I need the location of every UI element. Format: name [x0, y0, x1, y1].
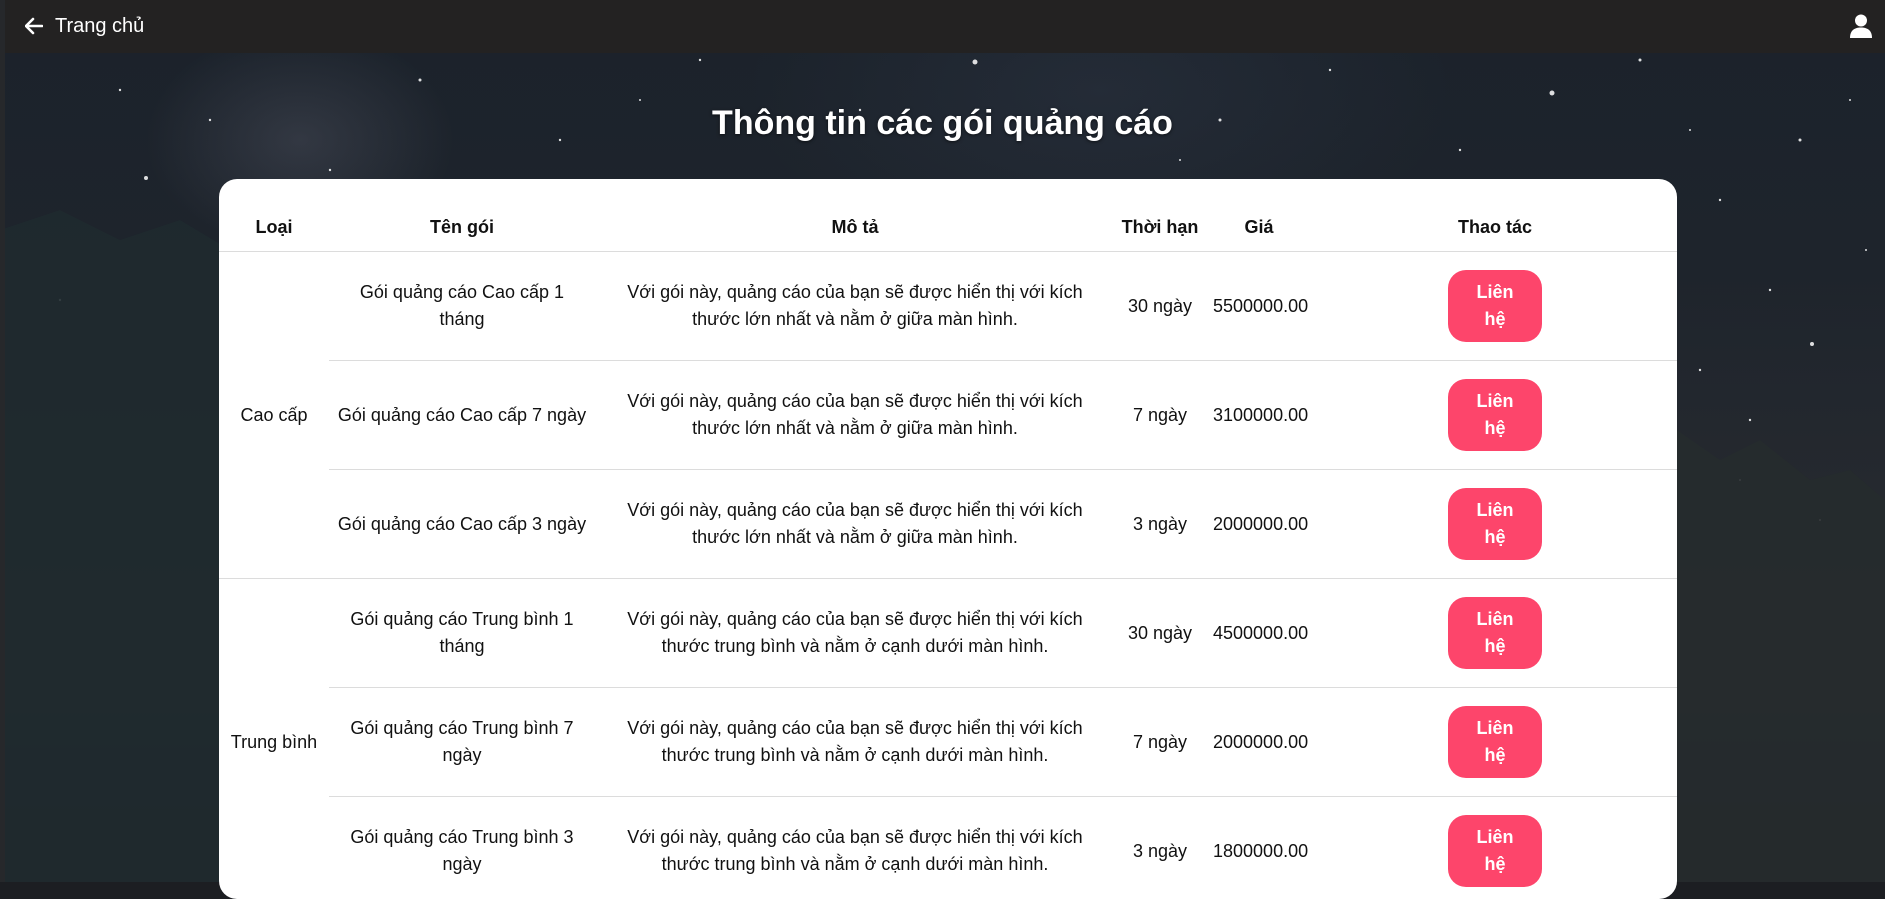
contact-button[interactable]: Liên hệ [1448, 379, 1542, 451]
header-type: Loại [219, 179, 329, 252]
category-cell: Trung bình [219, 579, 329, 899]
package-price: 2000000.00 [1205, 688, 1313, 797]
back-home-link[interactable]: Trang chủ [25, 13, 144, 39]
contact-button[interactable]: Liên hệ [1448, 815, 1542, 887]
package-price: 1800000.00 [1205, 797, 1313, 899]
table-row: Gói quảng cáo Trung bình 3 ngày Với gói … [219, 797, 1677, 899]
table-row: Cao cấp Gói quảng cáo Cao cấp 1 tháng Vớ… [219, 252, 1677, 361]
header-action: Thao tác [1313, 179, 1677, 252]
page-title: Thông tin các gói quảng cáo [0, 104, 1885, 143]
back-home-label: Trang chủ [55, 15, 144, 38]
package-name: Gói quảng cáo Cao cấp 1 tháng [329, 252, 595, 361]
header-duration: Thời hạn [1115, 179, 1205, 252]
contact-button[interactable]: Liên hệ [1448, 597, 1542, 669]
package-price: 4500000.00 [1205, 579, 1313, 688]
package-price: 3100000.00 [1205, 361, 1313, 470]
action-cell: Liên hệ [1313, 252, 1677, 361]
contact-button[interactable]: Liên hệ [1448, 706, 1542, 778]
table-row: Gói quảng cáo Trung bình 7 ngày Với gói … [219, 688, 1677, 797]
header-name: Tên gói [329, 179, 595, 252]
user-icon [1847, 12, 1875, 40]
package-price: 5500000.00 [1205, 252, 1313, 361]
header-price: Giá [1205, 179, 1313, 252]
action-cell: Liên hệ [1313, 361, 1677, 470]
table-row: Gói quảng cáo Cao cấp 3 ngày Với gói này… [219, 470, 1677, 579]
contact-button[interactable]: Liên hệ [1448, 270, 1542, 342]
category-cell: Cao cấp [219, 252, 329, 579]
package-description: Với gói này, quảng cáo của bạn sẽ được h… [595, 252, 1115, 361]
package-duration: 30 ngày [1115, 579, 1205, 688]
table-row: Gói quảng cáo Cao cấp 7 ngày Với gói này… [219, 361, 1677, 470]
action-cell: Liên hệ [1313, 579, 1677, 688]
package-name: Gói quảng cáo Trung bình 1 tháng [329, 579, 595, 688]
package-name: Gói quảng cáo Trung bình 7 ngày [329, 688, 595, 797]
top-navbar: Trang chủ [5, 0, 1885, 53]
contact-button[interactable]: Liên hệ [1448, 488, 1542, 560]
package-description: Với gói này, quảng cáo của bạn sẽ được h… [595, 797, 1115, 899]
action-cell: Liên hệ [1313, 688, 1677, 797]
package-duration: 7 ngày [1115, 688, 1205, 797]
package-name: Gói quảng cáo Cao cấp 7 ngày [329, 361, 595, 470]
header-description: Mô tả [595, 179, 1115, 252]
table-header-row: Loại Tên gói Mô tả Thời hạn Giá Thao tác [219, 179, 1677, 252]
action-cell: Liên hệ [1313, 470, 1677, 579]
arrow-left-icon [25, 17, 43, 35]
table-row: Trung bình Gói quảng cáo Trung bình 1 th… [219, 579, 1677, 688]
package-description: Với gói này, quảng cáo của bạn sẽ được h… [595, 579, 1115, 688]
package-description: Với gói này, quảng cáo của bạn sẽ được h… [595, 361, 1115, 470]
package-description: Với gói này, quảng cáo của bạn sẽ được h… [595, 470, 1115, 579]
action-cell: Liên hệ [1313, 797, 1677, 899]
user-account-button[interactable] [1847, 12, 1875, 40]
package-duration: 3 ngày [1115, 797, 1205, 899]
package-name: Gói quảng cáo Cao cấp 3 ngày [329, 470, 595, 579]
package-name: Gói quảng cáo Trung bình 3 ngày [329, 797, 595, 899]
package-duration: 30 ngày [1115, 252, 1205, 361]
package-duration: 7 ngày [1115, 361, 1205, 470]
ad-packages-table: Loại Tên gói Mô tả Thời hạn Giá Thao tác… [219, 179, 1677, 899]
package-price: 2000000.00 [1205, 470, 1313, 579]
ad-packages-card: Loại Tên gói Mô tả Thời hạn Giá Thao tác… [219, 179, 1677, 899]
package-duration: 3 ngày [1115, 470, 1205, 579]
package-description: Với gói này, quảng cáo của bạn sẽ được h… [595, 688, 1115, 797]
